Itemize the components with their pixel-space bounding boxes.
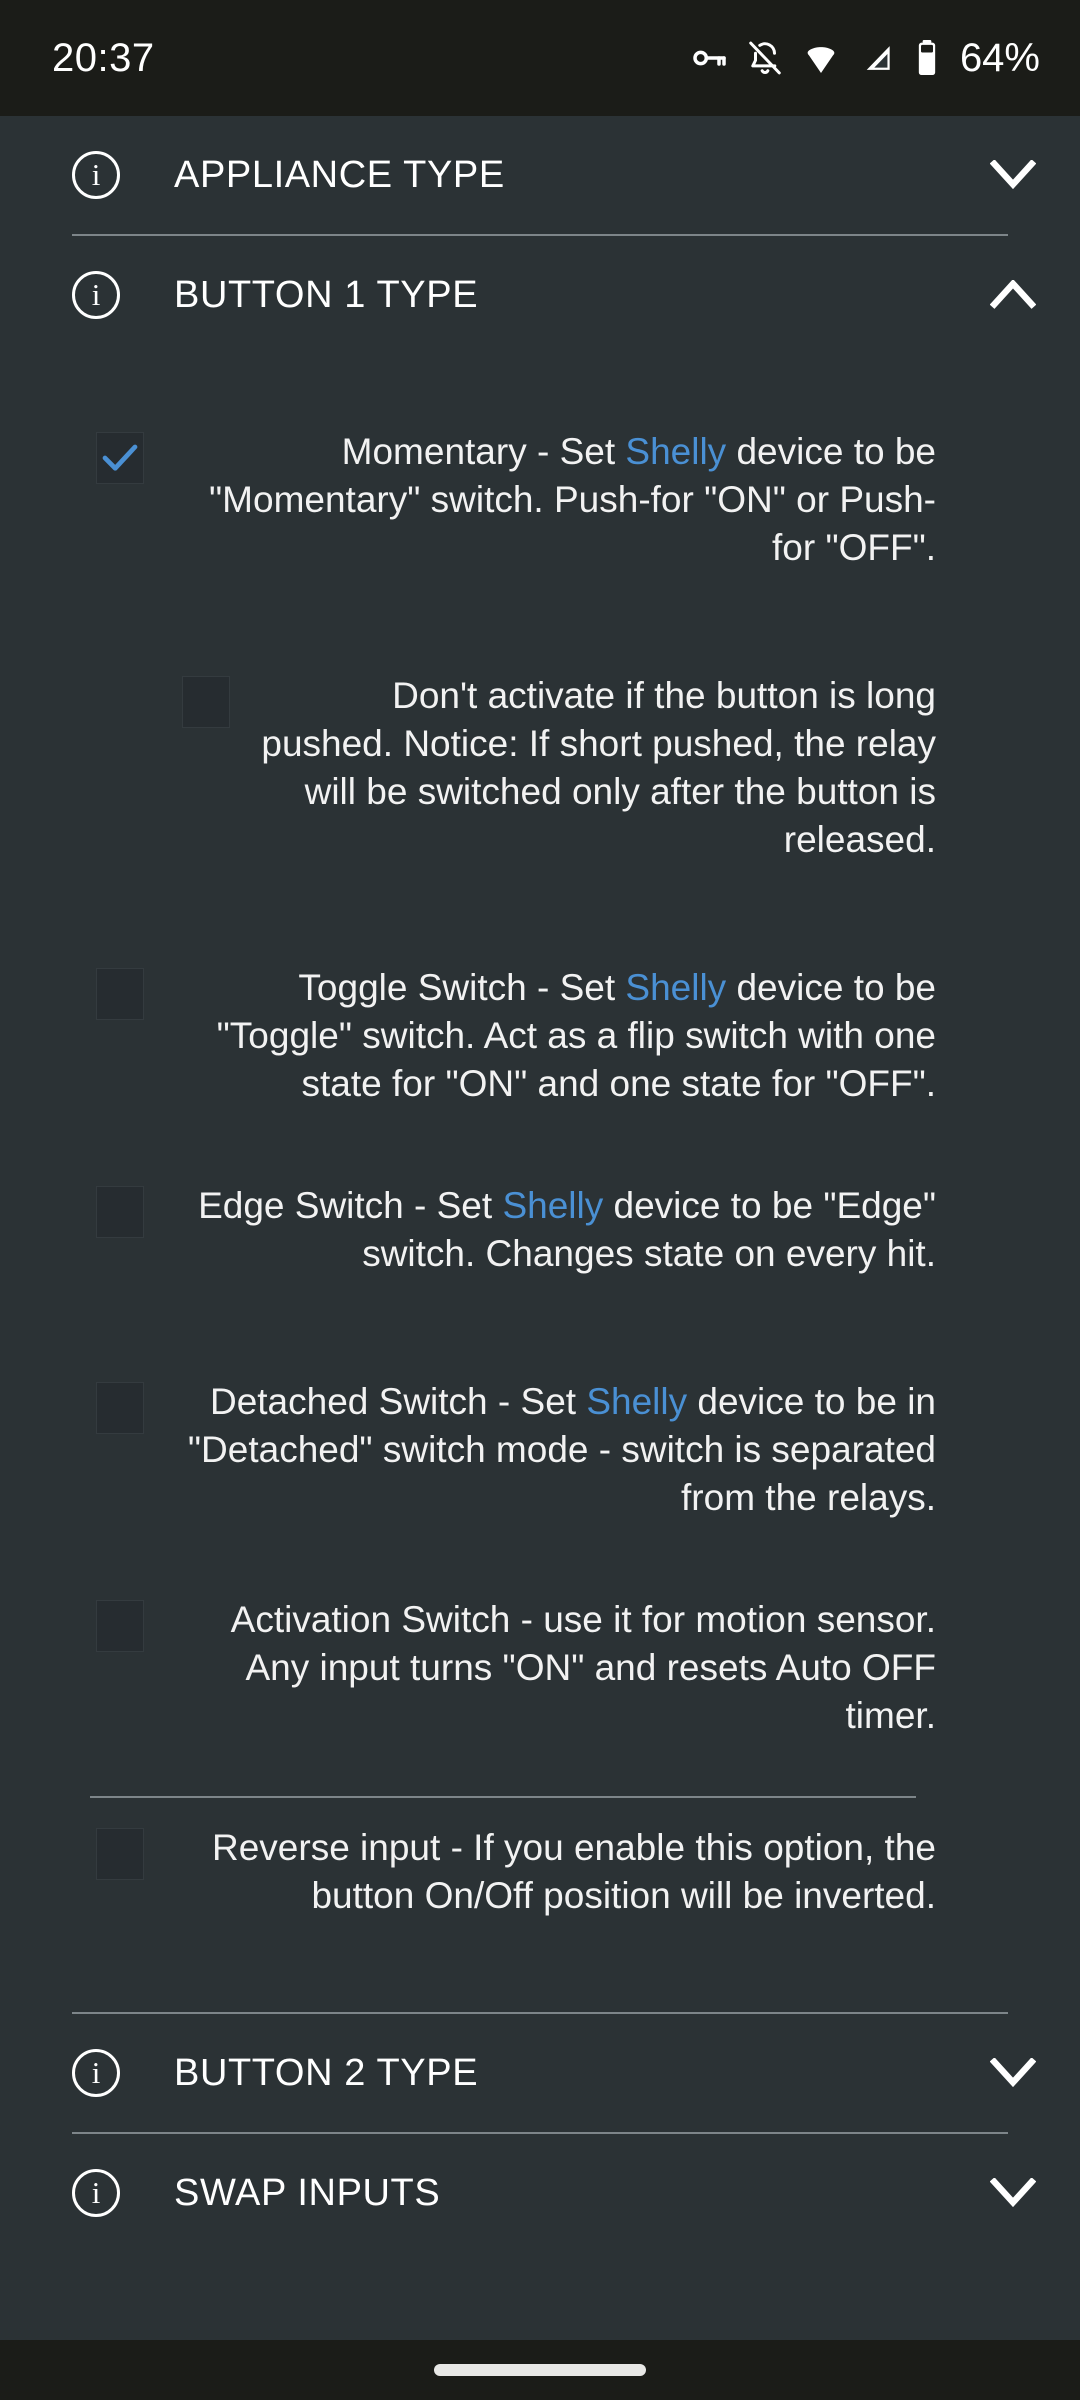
app-screen: 20:37 64% i APPLIANCE TYPE i BUTTON 1 TY…: [0, 0, 1080, 2400]
key-icon: [689, 38, 729, 78]
home-gesture-pill[interactable]: [434, 2364, 646, 2376]
option-text-before: Don't activate if the button is long pus…: [261, 675, 936, 860]
section-header-appliance-type[interactable]: i APPLIANCE TYPE: [0, 116, 1080, 234]
status-bar: 20:37 64%: [0, 0, 1080, 116]
system-navigation-bar: [0, 2340, 1080, 2400]
option-edge-switch[interactable]: Edge Switch - Set Shelly device to be "E…: [0, 1182, 1008, 1278]
option-text-before: Reverse input - If you enable this optio…: [212, 1827, 936, 1916]
option-label-dont-activate-long-push: Don't activate if the button is long pus…: [182, 672, 936, 864]
divider-reverse-input: [90, 1796, 916, 1798]
checkbox-toggle-switch[interactable]: [96, 968, 144, 1020]
status-bar-icons: 64%: [689, 36, 1040, 81]
option-label-edge-switch: Edge Switch - Set Shelly device to be "E…: [96, 1182, 936, 1278]
option-label-activation-switch: Activation Switch - use it for motion se…: [96, 1596, 936, 1740]
section-title-swap-inputs: SWAP INPUTS: [174, 2171, 441, 2214]
option-label-reverse-input: Reverse input - If you enable this optio…: [96, 1824, 936, 1920]
option-reverse-input[interactable]: Reverse input - If you enable this optio…: [0, 1824, 1008, 1920]
section-header-button-2-type[interactable]: i BUTTON 2 TYPE: [0, 2014, 1080, 2132]
checkbox-detached-switch[interactable]: [96, 1382, 144, 1434]
brand-label: Shelly: [586, 1381, 688, 1422]
wifi-icon: [801, 38, 841, 78]
option-text-before: Activation Switch - use it for motion se…: [230, 1599, 936, 1736]
option-text-before: Detached Switch - Set: [209, 1381, 587, 1422]
section-header-swap-inputs[interactable]: i SWAP INPUTS: [0, 2134, 1080, 2252]
chevron-up-icon[interactable]: [990, 272, 1036, 318]
option-label-momentary: Momentary - Set Shelly device to be "Mom…: [96, 428, 936, 572]
button-1-type-options: Momentary - Set Shelly device to be "Mom…: [0, 428, 1080, 1920]
option-activation-switch[interactable]: Activation Switch - use it for motion se…: [0, 1596, 1008, 1740]
checkbox-edge-switch[interactable]: [96, 1186, 144, 1238]
option-dont-activate-long-push[interactable]: Don't activate if the button is long pus…: [0, 672, 1008, 864]
notifications-off-icon: [746, 39, 784, 77]
option-label-detached-switch: Detached Switch - Set Shelly device to b…: [96, 1378, 936, 1522]
info-icon[interactable]: i: [72, 2049, 120, 2097]
chevron-down-icon[interactable]: [990, 2170, 1036, 2216]
status-bar-clock: 20:37: [52, 35, 155, 80]
checkbox-dont-activate-long-push[interactable]: [182, 676, 230, 728]
info-icon[interactable]: i: [72, 271, 120, 319]
checkbox-activation-switch[interactable]: [96, 1600, 144, 1652]
brand-label: Shelly: [625, 431, 727, 472]
brand-label: Shelly: [625, 967, 727, 1008]
brand-label: Shelly: [502, 1185, 604, 1226]
section-title-appliance-type: APPLIANCE TYPE: [174, 153, 505, 196]
cellular-signal-icon: [858, 39, 896, 77]
chevron-down-icon[interactable]: [990, 152, 1036, 198]
option-text-before: Toggle Switch - Set: [298, 967, 626, 1008]
section-title-button-1-type: BUTTON 1 TYPE: [174, 273, 479, 316]
chevron-down-icon[interactable]: [990, 2050, 1036, 2096]
option-text-before: Momentary - Set: [341, 431, 626, 472]
battery-percent-label: 64%: [959, 35, 1040, 80]
option-toggle-switch[interactable]: Toggle Switch - Set Shelly device to be …: [0, 964, 1008, 1108]
section-title-button-2-type: BUTTON 2 TYPE: [174, 2051, 479, 2094]
checkbox-momentary[interactable]: [96, 432, 144, 484]
info-icon[interactable]: i: [72, 151, 120, 199]
battery-icon: [913, 38, 941, 78]
option-text-before: Edge Switch - Set: [198, 1185, 503, 1226]
settings-scroll-area[interactable]: i APPLIANCE TYPE i BUTTON 1 TYPE Momenta…: [0, 116, 1080, 2340]
checkbox-reverse-input[interactable]: [96, 1828, 144, 1880]
option-label-toggle-switch: Toggle Switch - Set Shelly device to be …: [96, 964, 936, 1108]
section-header-button-1-type[interactable]: i BUTTON 1 TYPE: [0, 236, 1080, 354]
option-detached-switch[interactable]: Detached Switch - Set Shelly device to b…: [0, 1378, 1008, 1522]
option-momentary[interactable]: Momentary - Set Shelly device to be "Mom…: [0, 428, 1008, 572]
info-icon[interactable]: i: [72, 2169, 120, 2217]
